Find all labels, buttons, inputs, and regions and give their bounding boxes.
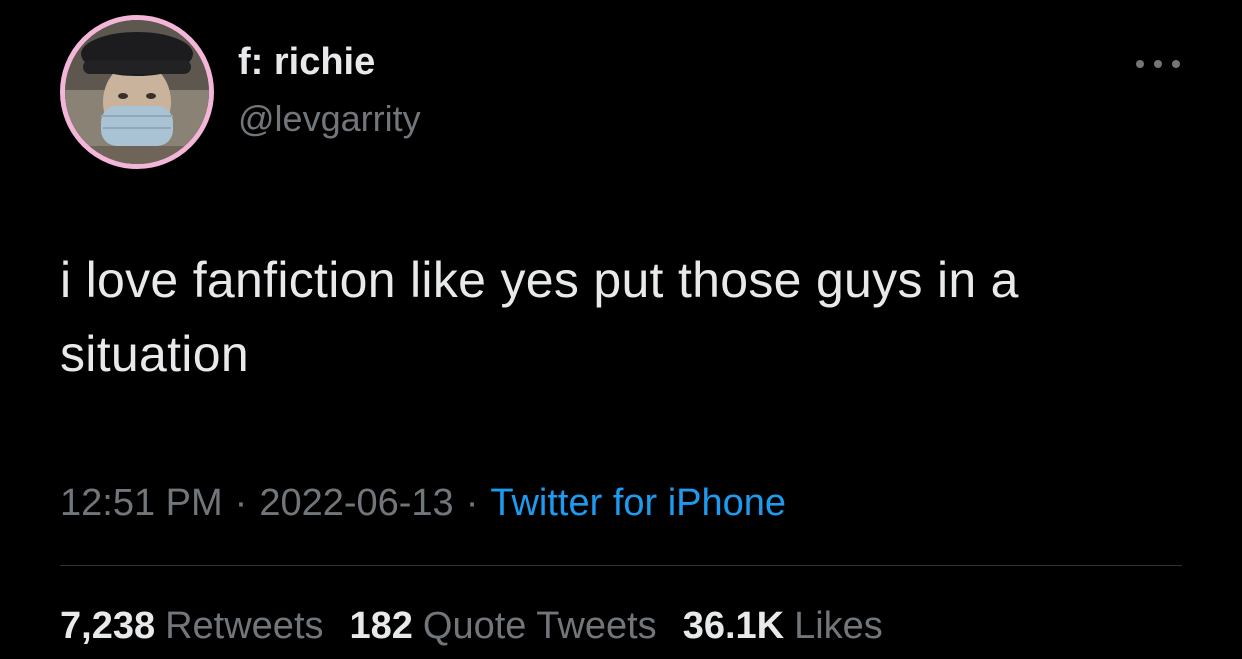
user-handle[interactable]: @levgarrity [238,101,421,137]
display-name[interactable]: f: richie [238,43,375,81]
meta-separator: · [234,482,248,524]
tweet-time[interactable]: 12:51 PM [60,482,223,524]
engagement-stats: 7,238 Retweets 182 Quote Tweets 36.1K Likes [60,602,909,650]
likes-stat[interactable]: 36.1K Likes [683,605,883,647]
tweet-metadata: 12:51 PM · 2022-06-13 · Twitter for iPhone [60,479,786,527]
tweet-date[interactable]: 2022-06-13 [259,482,453,524]
quote-tweets-label: Quote Tweets [422,605,657,647]
tweet-card: f: richie @levgarrity i love fanfiction … [0,0,1242,659]
tweet-source-link[interactable]: Twitter for iPhone [490,482,786,524]
more-dot [1154,60,1162,68]
quote-tweets-stat[interactable]: 182 Quote Tweets [350,605,657,647]
more-dot [1136,60,1144,68]
likes-count: 36.1K [682,605,785,647]
likes-label: Likes [794,605,883,647]
more-horizontal-icon[interactable] [1136,58,1180,70]
retweets-stat[interactable]: 7,238 Retweets [60,605,324,647]
quote-tweets-count: 182 [349,605,413,647]
meta-separator: · [465,482,479,524]
tweet-text: i love fanfiction like yes put those guy… [60,252,1019,382]
avatar[interactable] [60,15,214,169]
retweets-label: Retweets [165,605,324,647]
divider [60,565,1182,566]
avatar-photo [65,20,209,164]
retweets-count: 7,238 [60,605,156,647]
more-dot [1172,60,1180,68]
